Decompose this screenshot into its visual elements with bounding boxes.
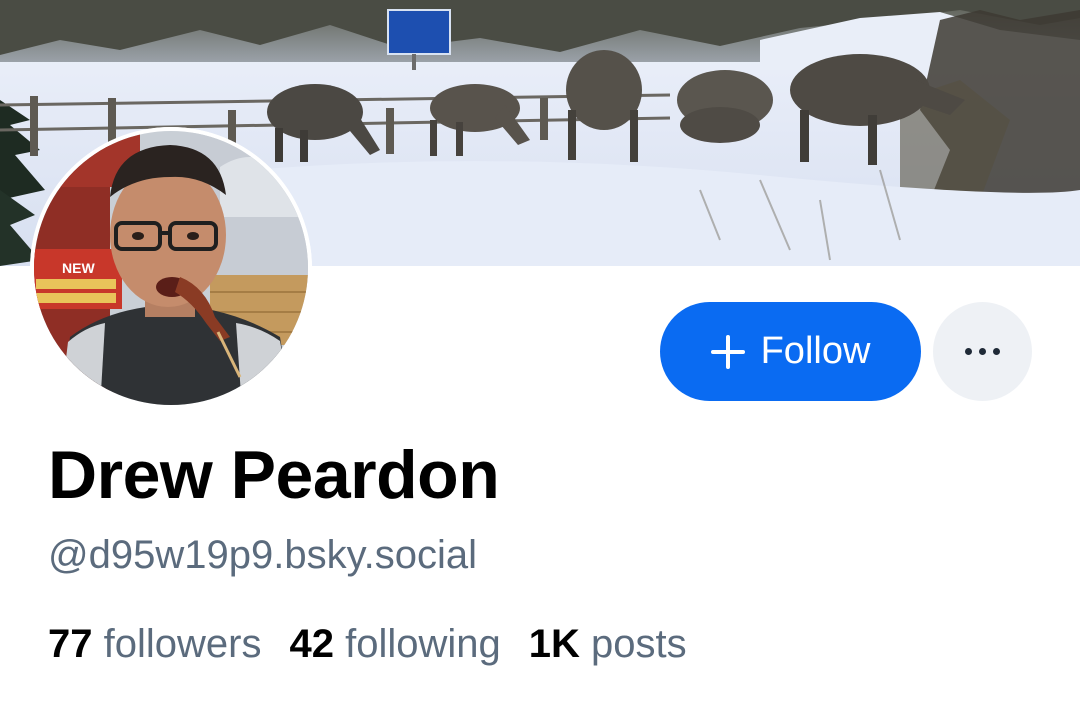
posts-label: posts: [591, 622, 687, 666]
following-count: 42: [289, 622, 334, 666]
followers-count: 77: [48, 622, 93, 666]
follow-button[interactable]: Follow: [660, 302, 921, 401]
more-options-button[interactable]: [933, 302, 1032, 401]
profile-page: NEW Follow Drew Peardon @d95w19p9.bsky.s…: [0, 0, 1080, 701]
profile-stats: 77 followers 42 following 1K posts: [48, 622, 687, 667]
more-dots-icon: [965, 348, 1000, 355]
posts-count: 1K: [528, 622, 580, 666]
follow-label: Follow: [760, 330, 871, 372]
avatar-image: NEW: [30, 127, 312, 409]
followers-label: followers: [103, 622, 262, 666]
posts-stat: 1K posts: [529, 622, 687, 667]
following-label: following: [345, 622, 501, 666]
plus-icon: [710, 334, 745, 369]
display-name: Drew Peardon: [48, 437, 500, 513]
following-stat[interactable]: 42 following: [289, 622, 500, 667]
avatar-sign: NEW: [62, 260, 95, 276]
avatar[interactable]: NEW: [30, 127, 312, 409]
followers-stat[interactable]: 77 followers: [48, 622, 261, 667]
profile-handle: @d95w19p9.bsky.social: [48, 533, 477, 577]
svg-text:NEW: NEW: [62, 260, 95, 276]
